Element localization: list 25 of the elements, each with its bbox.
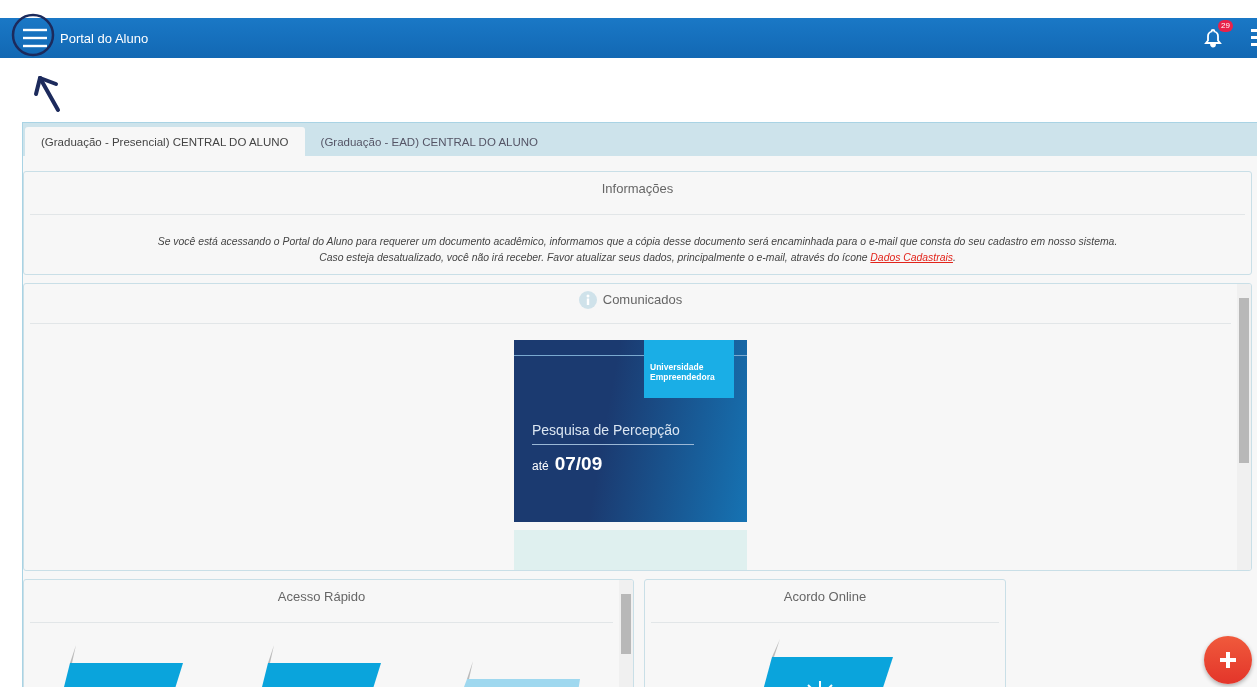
dados-cadastrais-link[interactable]: Dados Cadastrais [870,252,953,263]
info-icon [578,290,597,309]
app-title: Portal do Aluno [60,30,149,46]
banner-badge: Universidade Empreendedora [644,340,734,398]
banner-date: 07/09 [554,453,603,475]
annotation-circle [11,13,55,57]
notification-badge: 29 [1218,20,1233,32]
panel-title: Comunicados [602,292,683,307]
more-options-icon[interactable] [1251,27,1257,49]
banner-date-prefix: até [532,459,549,473]
panel-title: Acordo Online [651,580,999,623]
plus-icon [1220,652,1236,668]
bell-icon [1203,28,1223,48]
info-message: Se você está acessando o Portal do Aluno para requerer um documento acadêmico, informamos que a cópia desse documento será encaminhada para o e-mail que consta do seu cadastro em nosso sistema. Caso esteja desatualizado, você não irá receber. Favor atualizar seus dados, principalmente o e-mail, através do ícone Dados Cadastrais. [156,235,1119,265]
panel-title: Informações [30,172,1245,215]
scrollbar[interactable] [1237,284,1251,570]
notifications-button[interactable]: 29 [1203,20,1233,48]
tab[interactable]: (Graduação - EAD) CENTRAL DO ALUNO [304,127,555,156]
scrollbar[interactable] [619,580,633,687]
menu-button[interactable] [22,27,48,49]
tab[interactable]: (Graduação - Presencial) CENTRAL DO ALUNO [25,127,305,156]
banner-heading: Pesquisa de Percepção [532,422,680,438]
panel-title: Acesso Rápido [30,580,613,623]
menu-icon [22,27,48,49]
survey-banner[interactable]: Universidade Empreendedora Pesquisa de Percepção até 07/09 [514,340,747,522]
